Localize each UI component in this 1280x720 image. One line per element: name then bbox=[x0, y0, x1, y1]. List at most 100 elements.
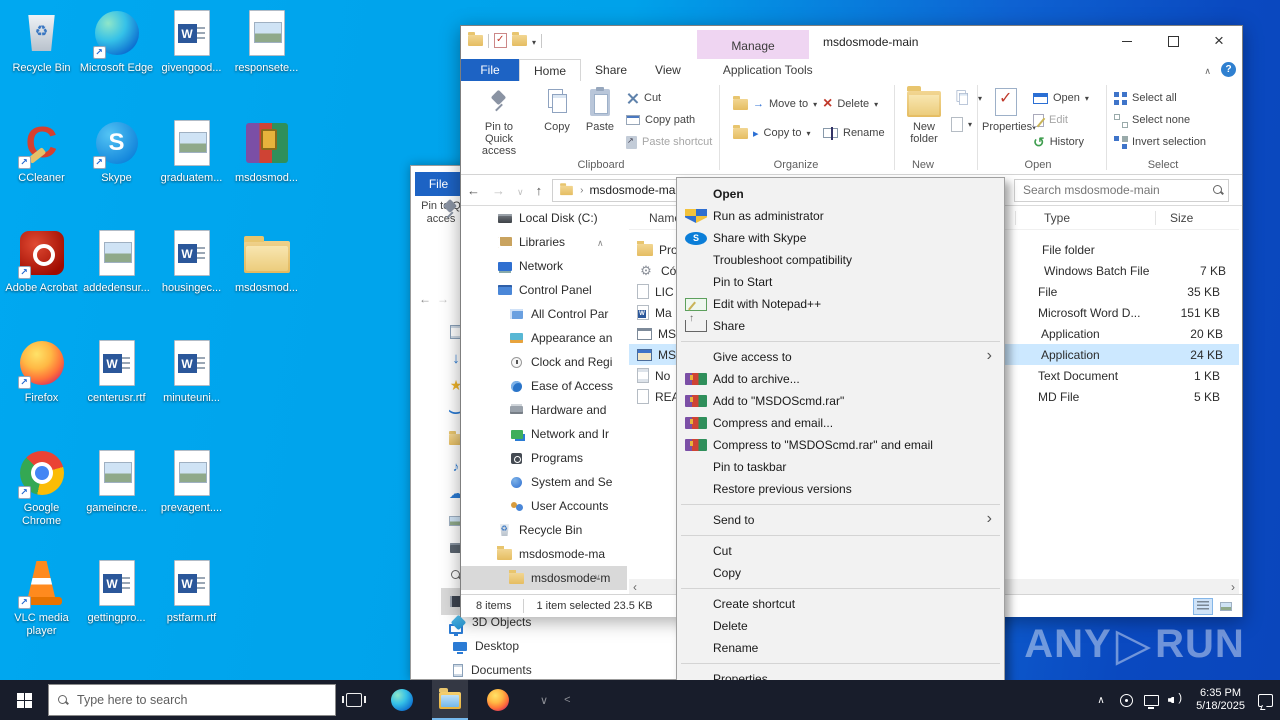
minimize-button[interactable] bbox=[1104, 26, 1150, 56]
desktop-icon-pstfarm[interactable]: ↗ pstfarm.rtf bbox=[154, 552, 229, 662]
desktop-icon-housingec[interactable]: ↗ housingec... bbox=[154, 222, 229, 332]
tree-item-hardware[interactable]: Hardware and bbox=[461, 398, 627, 422]
tree-item-programs[interactable]: Programs bbox=[461, 446, 627, 470]
tree-item-user-accounts[interactable]: User Accounts bbox=[461, 494, 627, 518]
menu-item-open[interactable]: Open bbox=[677, 183, 1004, 205]
desktop-icon-prevagent[interactable]: ↗ prevagent.... bbox=[154, 442, 229, 552]
details-view-button[interactable] bbox=[1193, 597, 1213, 615]
new-folder-button[interactable]: New folder bbox=[901, 85, 947, 145]
tree-item-msdosmode-m[interactable]: msdosmode-m bbox=[461, 566, 627, 590]
desktop-icon-gettingpro[interactable]: ↗ gettingpro... bbox=[79, 552, 154, 662]
menu-item-cut[interactable]: Cut bbox=[677, 540, 1004, 562]
desktop-icon-recycle-bin[interactable]: ↗ Recycle Bin bbox=[4, 2, 79, 112]
edit-button[interactable]: Edit bbox=[1033, 111, 1068, 129]
desktop-icon-graduatem[interactable]: ↗ graduatem... bbox=[154, 112, 229, 222]
search-box[interactable] bbox=[1014, 178, 1229, 202]
tree-item-control-panel[interactable]: Control Panel bbox=[461, 278, 627, 302]
menu-item[interactable] bbox=[677, 531, 1004, 540]
tab-file[interactable]: File bbox=[415, 172, 462, 196]
scroll-left-icon[interactable] bbox=[633, 580, 637, 594]
menu-item-send-to[interactable]: Send to bbox=[677, 509, 1004, 531]
folder-icon[interactable] bbox=[512, 32, 527, 46]
taskbar-clock[interactable]: 6:35 PM 5/18/2025 bbox=[1192, 687, 1249, 713]
menu-item-copy[interactable]: Copy bbox=[677, 562, 1004, 584]
task-view-button[interactable] bbox=[336, 680, 372, 720]
menu-item-create-shortcut[interactable]: Create shortcut bbox=[677, 593, 1004, 615]
thumbnails-view-button[interactable] bbox=[1216, 598, 1236, 615]
select-none-button[interactable]: Select none bbox=[1114, 111, 1190, 129]
menu-item-pin-to-start[interactable]: Pin to Start bbox=[677, 271, 1004, 293]
copy-to-button[interactable]: ▸ Copy to bbox=[733, 124, 810, 142]
column-header-type[interactable]: Type bbox=[1016, 210, 1156, 225]
desktop-icon-firefox[interactable]: ↗ Firefox bbox=[4, 332, 79, 442]
menu-item-pin-to-taskbar[interactable]: Pin to taskbar bbox=[677, 456, 1004, 478]
taskbar-firefox-button[interactable] bbox=[480, 680, 516, 720]
desktop-icon-vlc[interactable]: ↗ VLC media player bbox=[4, 552, 79, 662]
desktop-icon-gameincre[interactable]: ↗ gameincre... bbox=[79, 442, 154, 552]
pin-to-quick-access-button[interactable]: Pin to Quick access bbox=[473, 85, 525, 157]
desktop-icon-adobe-acrobat[interactable]: ↗ Adobe Acrobat bbox=[4, 222, 79, 332]
tree-item-clock-region[interactable]: Clock and Regi bbox=[461, 350, 627, 374]
menu-item-delete[interactable]: Delete bbox=[677, 615, 1004, 637]
taskbar-search[interactable] bbox=[48, 684, 336, 716]
folder-icon[interactable] bbox=[468, 32, 483, 46]
copy-path-button[interactable]: Copy path bbox=[626, 111, 695, 129]
scroll-down-icon[interactable] bbox=[594, 572, 601, 583]
cut-button[interactable]: Cut bbox=[626, 89, 661, 107]
hidden-icons-button[interactable] bbox=[1092, 695, 1110, 706]
menu-item-give-access-to[interactable]: Give access to bbox=[677, 346, 1004, 368]
menu-item-compress-to-rar-and-email[interactable]: Compress to "MSDOScmd.rar" and email bbox=[677, 434, 1004, 456]
menu-item[interactable] bbox=[677, 584, 1004, 593]
desktop-icon-addedensur[interactable]: ↗ addedensur... bbox=[79, 222, 154, 332]
menu-item[interactable] bbox=[677, 500, 1004, 509]
menu-item-add-to-rar[interactable]: Add to "MSDOScmd.rar" bbox=[677, 390, 1004, 412]
menu-item-run-as-administrator[interactable]: Run as administrator bbox=[677, 205, 1004, 227]
tree-item-desktop[interactable]: Desktop bbox=[411, 634, 631, 658]
column-header-size[interactable]: Size bbox=[1156, 211, 1236, 225]
paste-shortcut-button[interactable]: Paste shortcut bbox=[626, 133, 712, 151]
close-button[interactable] bbox=[1196, 26, 1242, 56]
menu-item-add-to-archive[interactable]: Add to archive... bbox=[677, 368, 1004, 390]
tree-item-network[interactable]: Network bbox=[461, 254, 627, 278]
network-icon[interactable] bbox=[1142, 694, 1160, 709]
paste-button[interactable]: Paste bbox=[574, 85, 626, 133]
move-to-button[interactable]: → Move to bbox=[733, 95, 817, 113]
tree-item-local-disk-c[interactable]: Local Disk (C:) bbox=[461, 206, 627, 230]
menu-item[interactable] bbox=[677, 659, 1004, 668]
taskbar-edge-button[interactable] bbox=[384, 680, 420, 720]
tray-agent-icon[interactable] bbox=[1117, 693, 1135, 707]
start-button[interactable] bbox=[0, 680, 48, 720]
menu-item-share-with-skype[interactable]: Share with Skype bbox=[677, 227, 1004, 249]
history-button[interactable]: History bbox=[1033, 133, 1084, 151]
action-center-button[interactable] bbox=[1256, 693, 1274, 707]
menu-item-edit-with-notepadpp[interactable]: Edit with Notepad++ bbox=[677, 293, 1004, 315]
tab-share[interactable]: Share bbox=[581, 59, 641, 81]
desktop-icon-microsoft-edge[interactable]: ↗ Microsoft Edge bbox=[79, 2, 154, 112]
tab-application-tools[interactable]: Application Tools bbox=[709, 59, 827, 81]
scroll-up-icon[interactable] bbox=[597, 238, 604, 249]
desktop-icon-minuteuni[interactable]: ↗ minuteuni... bbox=[154, 332, 229, 442]
tab-view[interactable]: View bbox=[641, 59, 695, 81]
back-button[interactable] bbox=[461, 183, 486, 198]
nav-arrows[interactable]: ←→ bbox=[419, 292, 455, 306]
help-icon[interactable]: ? bbox=[1221, 62, 1236, 77]
desktop-icon-ccleaner[interactable]: ↗ CCleaner bbox=[4, 112, 79, 222]
select-all-button[interactable]: Select all bbox=[1114, 89, 1177, 107]
tree-item-system-security[interactable]: System and Se bbox=[461, 470, 627, 494]
properties-button[interactable]: Properties bbox=[982, 85, 1036, 134]
tree-item-ease-of-access[interactable]: Ease of Access bbox=[461, 374, 627, 398]
properties-icon[interactable] bbox=[494, 33, 507, 48]
scroll-right-icon[interactable] bbox=[1231, 580, 1235, 594]
collapse-ribbon-icon[interactable] bbox=[1204, 63, 1211, 77]
menu-item[interactable] bbox=[677, 337, 1004, 346]
desktop-icon-givengood[interactable]: ↗ givengood... bbox=[154, 2, 229, 112]
easy-access-button[interactable] bbox=[951, 115, 972, 133]
tab-file[interactable]: File bbox=[461, 59, 519, 81]
forward-button[interactable] bbox=[486, 183, 511, 198]
menu-item-compress-and-email[interactable]: Compress and email... bbox=[677, 412, 1004, 434]
desktop-icon-msdosmod-folder[interactable]: ↗ msdosmod... bbox=[229, 222, 304, 332]
desktop-icon-responsete[interactable]: ↗ responsete... bbox=[229, 2, 304, 112]
menu-item-share[interactable]: Share bbox=[677, 313, 1004, 337]
tree-item-documents[interactable]: Documents bbox=[411, 658, 631, 682]
tree-item-appearance[interactable]: Appearance an bbox=[461, 326, 627, 350]
